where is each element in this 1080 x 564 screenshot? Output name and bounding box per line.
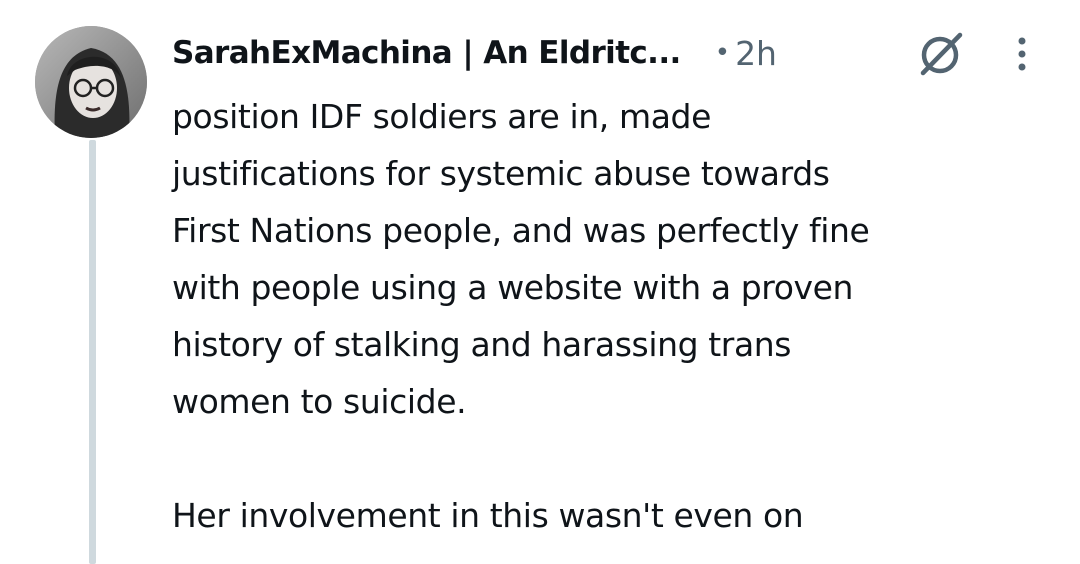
tweet-header: SarahExMachina | An Eldritc... • 2h [172,28,777,78]
tweet-paragraph-2: Her involvement in this wasn't even on [172,496,804,535]
separator-dot: • [714,38,731,68]
avatar[interactable] [35,26,147,138]
timestamp[interactable]: 2h [735,34,777,73]
more-options-icon[interactable] [1012,34,1032,74]
thread-line [89,140,96,564]
author-display-name[interactable]: SarahExMachina | An Eldritc... [172,35,681,71]
tweet-text: position IDF soldiers are in, made justi… [172,88,1052,544]
tweet-paragraph-1: position IDF soldiers are in, made justi… [172,97,870,421]
slashed-circle-icon[interactable] [915,30,967,78]
